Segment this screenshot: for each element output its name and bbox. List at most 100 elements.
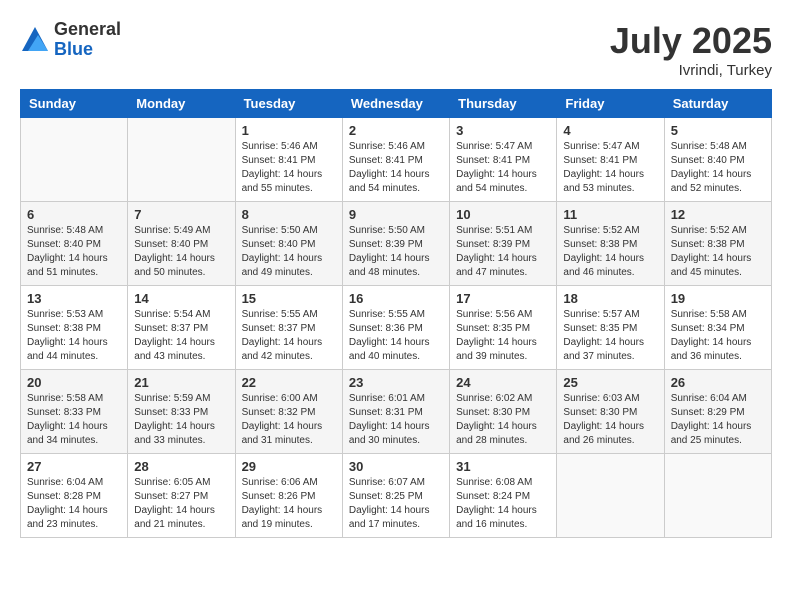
day-info: Sunrise: 6:06 AM Sunset: 8:26 PM Dayligh… [242, 476, 336, 532]
day-number: 9 [349, 207, 443, 222]
day-number: 6 [27, 207, 121, 222]
day-info: Sunrise: 5:56 AM Sunset: 8:35 PM Dayligh… [456, 308, 550, 364]
day-info: Sunrise: 6:02 AM Sunset: 8:30 PM Dayligh… [456, 392, 550, 448]
location-label: Ivrindi, Turkey [610, 62, 772, 79]
calendar-cell: 8 Sunrise: 5:50 AM Sunset: 8:40 PM Daylig… [235, 202, 342, 286]
calendar-cell: 2 Sunrise: 5:46 AM Sunset: 8:41 PM Daylig… [342, 118, 449, 202]
calendar-body: 1Sunrise: 5:46 AM Sunset: 8:41 PM Daylig… [21, 118, 772, 538]
page-header: General Blue July 2025 Ivrindi, Turkey [20, 20, 772, 79]
calendar-cell: 21Sunrise: 5:59 AM Sunset: 8:33 PM Dayli… [128, 370, 235, 454]
col-header-wednesday: Wednesday [342, 90, 449, 118]
day-number: 22 [242, 375, 336, 390]
day-number: 15 [242, 291, 336, 306]
day-info: Sunrise: 5:48 AM Sunset: 8:40 PM Dayligh… [27, 224, 121, 280]
header-row: SundayMondayTuesdayWednesdayThursdayFrid… [21, 90, 772, 118]
calendar-cell [557, 454, 664, 538]
logo-general-label: General [54, 20, 121, 40]
day-info: Sunrise: 5:55 AM Sunset: 8:36 PM Dayligh… [349, 308, 443, 364]
day-info: Sunrise: 5:58 AM Sunset: 8:33 PM Dayligh… [27, 392, 121, 448]
logo-text: General Blue [54, 20, 121, 60]
day-number: 3 [456, 123, 550, 138]
calendar-cell: 1Sunrise: 5:46 AM Sunset: 8:41 PM Daylig… [235, 118, 342, 202]
day-info: Sunrise: 5:52 AM Sunset: 8:38 PM Dayligh… [671, 224, 765, 280]
day-info: Sunrise: 5:50 AM Sunset: 8:39 PM Dayligh… [349, 224, 443, 280]
day-info: Sunrise: 5:52 AM Sunset: 8:38 PM Dayligh… [563, 224, 657, 280]
calendar-cell [21, 118, 128, 202]
calendar-cell: 6 Sunrise: 5:48 AM Sunset: 8:40 PM Daylig… [21, 202, 128, 286]
day-number: 12 [671, 207, 765, 222]
calendar-cell [664, 454, 771, 538]
day-info: Sunrise: 5:53 AM Sunset: 8:38 PM Dayligh… [27, 308, 121, 364]
calendar-week-row: 1Sunrise: 5:46 AM Sunset: 8:41 PM Daylig… [21, 118, 772, 202]
day-number: 5 [671, 123, 765, 138]
day-info: Sunrise: 5:46 AM Sunset: 8:41 PM Dayligh… [242, 140, 336, 196]
logo: General Blue [20, 20, 121, 60]
day-info: Sunrise: 5:59 AM Sunset: 8:33 PM Dayligh… [134, 392, 228, 448]
day-info: Sunrise: 6:05 AM Sunset: 8:27 PM Dayligh… [134, 476, 228, 532]
day-number: 14 [134, 291, 228, 306]
calendar-cell: 13 Sunrise: 5:53 AM Sunset: 8:38 PM Dayli… [21, 286, 128, 370]
col-header-sunday: Sunday [21, 90, 128, 118]
calendar-cell: 16 Sunrise: 5:55 AM Sunset: 8:36 PM Dayli… [342, 286, 449, 370]
day-info: Sunrise: 6:07 AM Sunset: 8:25 PM Dayligh… [349, 476, 443, 532]
calendar-cell: 9 Sunrise: 5:50 AM Sunset: 8:39 PM Daylig… [342, 202, 449, 286]
day-info: Sunrise: 5:46 AM Sunset: 8:41 PM Dayligh… [349, 140, 443, 196]
day-info: Sunrise: 6:03 AM Sunset: 8:30 PM Dayligh… [563, 392, 657, 448]
calendar-cell: 17Sunrise: 5:56 AM Sunset: 8:35 PM Dayli… [450, 286, 557, 370]
day-info: Sunrise: 5:47 AM Sunset: 8:41 PM Dayligh… [563, 140, 657, 196]
day-number: 13 [27, 291, 121, 306]
calendar-week-row: 20Sunrise: 5:58 AM Sunset: 8:33 PM Dayli… [21, 370, 772, 454]
day-number: 25 [563, 375, 657, 390]
day-info: Sunrise: 5:50 AM Sunset: 8:40 PM Dayligh… [242, 224, 336, 280]
calendar-cell: 5 Sunrise: 5:48 AM Sunset: 8:40 PM Daylig… [664, 118, 771, 202]
calendar-cell: 20Sunrise: 5:58 AM Sunset: 8:33 PM Dayli… [21, 370, 128, 454]
day-info: Sunrise: 6:04 AM Sunset: 8:28 PM Dayligh… [27, 476, 121, 532]
day-number: 23 [349, 375, 443, 390]
calendar-cell: 27 Sunrise: 6:04 AM Sunset: 8:28 PM Dayli… [21, 454, 128, 538]
col-header-tuesday: Tuesday [235, 90, 342, 118]
calendar-cell: 15Sunrise: 5:55 AM Sunset: 8:37 PM Dayli… [235, 286, 342, 370]
calendar-cell: 22Sunrise: 6:00 AM Sunset: 8:32 PM Dayli… [235, 370, 342, 454]
day-info: Sunrise: 5:49 AM Sunset: 8:40 PM Dayligh… [134, 224, 228, 280]
calendar-cell: 31Sunrise: 6:08 AM Sunset: 8:24 PM Dayli… [450, 454, 557, 538]
calendar-header: SundayMondayTuesdayWednesdayThursdayFrid… [21, 90, 772, 118]
title-block: July 2025 Ivrindi, Turkey [610, 20, 772, 79]
day-info: Sunrise: 6:04 AM Sunset: 8:29 PM Dayligh… [671, 392, 765, 448]
calendar-cell: 7Sunrise: 5:49 AM Sunset: 8:40 PM Daylig… [128, 202, 235, 286]
col-header-saturday: Saturday [664, 90, 771, 118]
day-info: Sunrise: 5:57 AM Sunset: 8:35 PM Dayligh… [563, 308, 657, 364]
calendar-cell: 28Sunrise: 6:05 AM Sunset: 8:27 PM Dayli… [128, 454, 235, 538]
logo-blue-label: Blue [54, 40, 121, 60]
calendar-cell: 26 Sunrise: 6:04 AM Sunset: 8:29 PM Dayli… [664, 370, 771, 454]
day-info: Sunrise: 5:48 AM Sunset: 8:40 PM Dayligh… [671, 140, 765, 196]
col-header-thursday: Thursday [450, 90, 557, 118]
calendar-cell [128, 118, 235, 202]
day-info: Sunrise: 5:47 AM Sunset: 8:41 PM Dayligh… [456, 140, 550, 196]
day-number: 16 [349, 291, 443, 306]
day-number: 8 [242, 207, 336, 222]
day-info: Sunrise: 5:51 AM Sunset: 8:39 PM Dayligh… [456, 224, 550, 280]
day-number: 2 [349, 123, 443, 138]
calendar-cell: 12 Sunrise: 5:52 AM Sunset: 8:38 PM Dayli… [664, 202, 771, 286]
day-number: 30 [349, 459, 443, 474]
col-header-monday: Monday [128, 90, 235, 118]
day-info: Sunrise: 5:54 AM Sunset: 8:37 PM Dayligh… [134, 308, 228, 364]
day-number: 27 [27, 459, 121, 474]
calendar-cell: 25 Sunrise: 6:03 AM Sunset: 8:30 PM Dayli… [557, 370, 664, 454]
calendar-cell: 3 Sunrise: 5:47 AM Sunset: 8:41 PM Daylig… [450, 118, 557, 202]
col-header-friday: Friday [557, 90, 664, 118]
day-number: 26 [671, 375, 765, 390]
calendar-cell: 24Sunrise: 6:02 AM Sunset: 8:30 PM Dayli… [450, 370, 557, 454]
month-title: July 2025 [610, 20, 772, 62]
calendar-cell: 19Sunrise: 5:58 AM Sunset: 8:34 PM Dayli… [664, 286, 771, 370]
calendar-week-row: 13 Sunrise: 5:53 AM Sunset: 8:38 PM Dayli… [21, 286, 772, 370]
logo-icon [20, 25, 50, 55]
calendar-week-row: 6 Sunrise: 5:48 AM Sunset: 8:40 PM Daylig… [21, 202, 772, 286]
calendar-cell: 30 Sunrise: 6:07 AM Sunset: 8:25 PM Dayli… [342, 454, 449, 538]
calendar-cell: 23Sunrise: 6:01 AM Sunset: 8:31 PM Dayli… [342, 370, 449, 454]
day-number: 18 [563, 291, 657, 306]
calendar-cell: 10Sunrise: 5:51 AM Sunset: 8:39 PM Dayli… [450, 202, 557, 286]
calendar-cell: 18 Sunrise: 5:57 AM Sunset: 8:35 PM Dayli… [557, 286, 664, 370]
day-number: 4 [563, 123, 657, 138]
day-number: 19 [671, 291, 765, 306]
